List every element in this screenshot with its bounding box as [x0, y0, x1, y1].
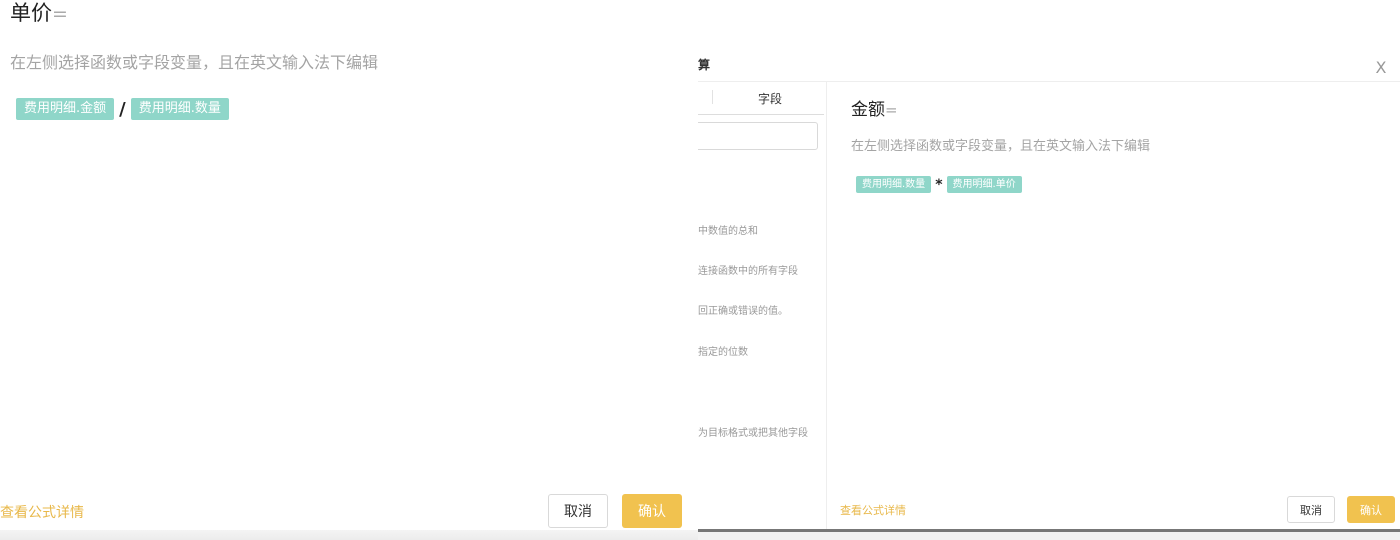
function-search-input[interactable] — [698, 122, 818, 150]
function-item-concat[interactable]: 连接函数中的所有字段 — [698, 262, 798, 277]
field-chip-unit-price[interactable]: 费用明细.单价 — [946, 176, 1022, 193]
dialog-title: 算 — [698, 58, 711, 72]
left-formula-panel: 单价= 在左侧选择函数或字段变量，且在英文输入法下编辑 费用明细.金额 / 费用… — [0, 0, 698, 540]
function-item-text[interactable]: 为目标格式或把其他字段 — [698, 424, 808, 439]
operator-multiply: * — [935, 176, 943, 193]
tab-underline — [698, 114, 824, 115]
confirm-button[interactable]: 确认 — [622, 494, 682, 528]
cancel-button[interactable]: 取消 — [548, 494, 608, 528]
background-strip — [698, 532, 1400, 540]
right-formula-dialog: 算 X 字段 中数值的总和 连接函数中的所有字段 回正确或错误的值。 指定的位数… — [698, 0, 1400, 540]
view-formula-detail-link[interactable]: 查看公式详情 — [840, 502, 906, 518]
formula-hint: 在左侧选择函数或字段变量，且在英文输入法下编辑 — [851, 139, 1151, 154]
equals-sign: = — [885, 101, 898, 119]
header-divider — [698, 81, 1400, 82]
formula-title: 金额= — [851, 95, 898, 120]
panel-divider — [826, 82, 827, 530]
field-chip-amount[interactable]: 费用明细.金额 — [16, 98, 115, 120]
operator-divide: / — [119, 98, 126, 120]
equals-sign: = — [52, 3, 68, 25]
close-icon[interactable]: X — [1373, 60, 1389, 76]
confirm-button[interactable]: 确认 — [1347, 496, 1395, 523]
field-chip-quantity[interactable]: 费用明细.数量 — [130, 98, 229, 120]
footer-shadow — [0, 530, 698, 540]
tab-separator — [712, 90, 713, 104]
formula-expression[interactable]: 费用明细.金额 / 费用明细.数量 — [16, 98, 229, 120]
view-formula-detail-link[interactable]: 查看公式详情 — [0, 502, 84, 522]
formula-name: 金额 — [851, 100, 885, 120]
field-chip-quantity[interactable]: 费用明细.数量 — [856, 176, 932, 193]
formula-name: 单价 — [10, 1, 52, 25]
screenshot-stage: 单价= 在左侧选择函数或字段变量，且在英文输入法下编辑 费用明细.金额 / 费用… — [0, 0, 1400, 540]
function-item-round[interactable]: 指定的位数 — [698, 343, 748, 358]
formula-hint: 在左侧选择函数或字段变量，且在英文输入法下编辑 — [10, 53, 379, 72]
formula-title: 单价= — [10, 0, 68, 27]
function-item-sum[interactable]: 中数值的总和 — [698, 222, 758, 237]
function-item-if[interactable]: 回正确或错误的值。 — [698, 302, 788, 317]
cancel-button[interactable]: 取消 — [1287, 496, 1335, 523]
tab-fields[interactable]: 字段 — [758, 90, 782, 107]
formula-expression[interactable]: 费用明细.数量 * 费用明细.单价 — [856, 176, 1022, 193]
